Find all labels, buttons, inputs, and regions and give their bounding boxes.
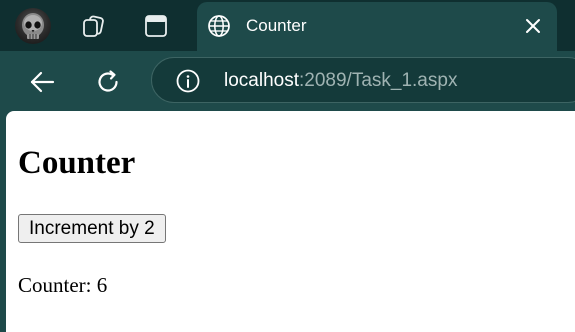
skull-avatar-icon: [22, 13, 44, 39]
counter-label: Counter:: [18, 273, 92, 297]
browser-toolbar: localhost:2089/Task_1.aspx: [0, 51, 575, 111]
globe-icon: [207, 14, 231, 38]
reload-icon: [98, 70, 118, 92]
close-icon[interactable]: [521, 14, 545, 38]
counter-value: 6: [96, 273, 108, 297]
collections-button[interactable]: [78, 11, 108, 41]
back-button[interactable]: [25, 65, 59, 99]
page-title: Counter: [18, 145, 136, 181]
tab-counter[interactable]: Counter: [197, 2, 557, 51]
url-text[interactable]: localhost:2089/Task_1.aspx: [224, 70, 457, 92]
page-viewport: Counter Increment by 2 Counter: 6: [6, 111, 575, 332]
vertical-tabs-icon: [145, 15, 167, 37]
tab-strip: Counter: [0, 0, 575, 51]
url-path: :2089/Task_1.aspx: [299, 70, 458, 91]
profile-avatar[interactable]: [15, 8, 51, 44]
counter-display: Counter: 6: [18, 273, 107, 297]
collections-icon: [83, 15, 104, 37]
info-icon[interactable]: [175, 68, 201, 94]
url-host: localhost: [224, 70, 299, 91]
reload-button[interactable]: [91, 65, 125, 99]
address-bar[interactable]: localhost:2089/Task_1.aspx: [151, 57, 575, 103]
back-arrow-icon: [30, 71, 55, 93]
increment-button[interactable]: Increment by 2: [18, 214, 166, 243]
tab-title: Counter: [246, 16, 307, 35]
tab-actions-button[interactable]: [141, 11, 171, 41]
